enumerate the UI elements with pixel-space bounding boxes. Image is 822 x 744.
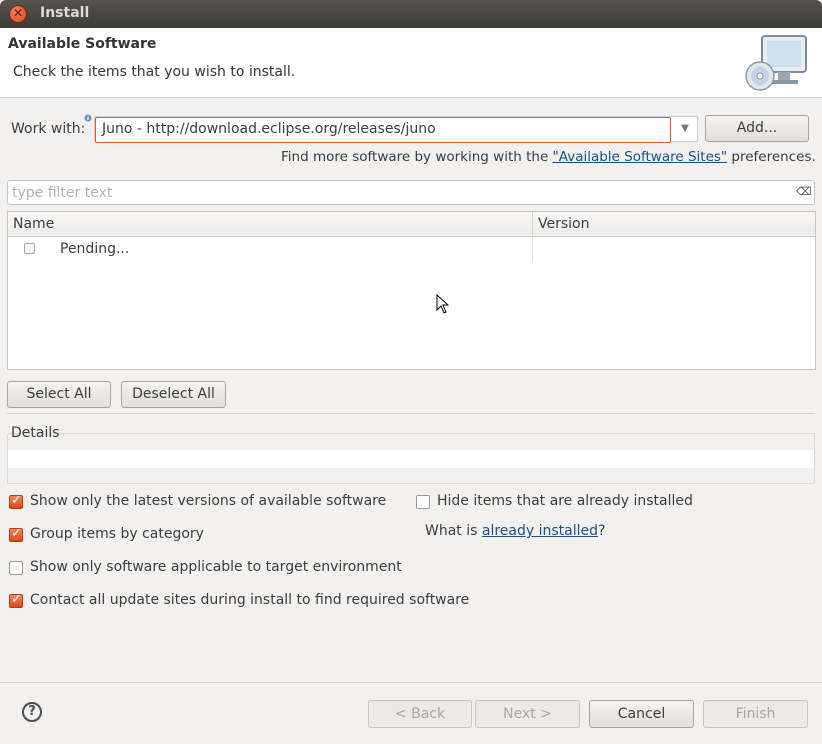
available-software-sites-link[interactable]: "Available Software Sites"	[553, 149, 728, 165]
footer-separator	[0, 682, 822, 683]
details-group	[7, 433, 815, 484]
column-header-version[interactable]: Version	[538, 216, 589, 232]
find-more-suffix: preferences.	[727, 149, 816, 165]
page-description: Check the items that you wish to install…	[13, 64, 296, 80]
clear-filter-icon[interactable]: ⌫	[796, 185, 812, 199]
target-environment-checkbox[interactable]	[9, 561, 23, 575]
help-icon[interactable]: ?	[22, 702, 42, 722]
deselect-all-button[interactable]: Deselect All	[121, 381, 226, 408]
filter-box: ⌫	[7, 180, 815, 205]
find-more-prefix: Find more software by working with the	[281, 149, 553, 165]
mouse-pointer-icon	[436, 294, 450, 314]
contact-sites-checkbox[interactable]	[9, 592, 23, 608]
already-installed-link[interactable]: already installed	[482, 523, 598, 539]
contact-sites-label[interactable]: Contact all update sites during install …	[30, 592, 469, 608]
find-more-text: Find more software by working with the "…	[281, 149, 816, 165]
row-checkbox[interactable]	[24, 243, 35, 254]
wizard-banner: Available Software Check the items that …	[0, 28, 822, 98]
hide-installed-label[interactable]: Hide items that are already installed	[437, 493, 693, 509]
add-site-button[interactable]: Add...	[705, 115, 809, 142]
back-button[interactable]: < Back	[368, 700, 472, 728]
work-with-input[interactable]: Juno - http://download.eclipse.org/relea…	[95, 117, 671, 143]
cancel-button[interactable]: Cancel	[589, 700, 694, 728]
row-name: Pending...	[60, 241, 130, 257]
close-window-icon[interactable]: ✕	[9, 5, 27, 23]
details-label: Details	[11, 425, 60, 441]
column-header-name[interactable]: Name	[13, 216, 54, 232]
work-with-label: Work with:	[11, 121, 86, 137]
group-by-category-checkbox[interactable]	[9, 526, 23, 542]
table-header: Name Version	[8, 212, 815, 237]
next-button[interactable]: Next >	[475, 700, 580, 728]
chevron-down-icon[interactable]: ▼	[677, 121, 693, 137]
group-by-category-label[interactable]: Group items by category	[30, 526, 204, 542]
info-icon	[84, 114, 92, 122]
latest-versions-checkbox[interactable]	[9, 493, 23, 509]
what-is-prefix: What is	[425, 523, 482, 539]
latest-versions-label[interactable]: Show only the latest versions of availab…	[30, 493, 386, 509]
column-divider[interactable]	[532, 212, 533, 237]
hide-installed-checkbox[interactable]	[416, 495, 430, 509]
target-environment-label[interactable]: Show only software applicable to target …	[30, 559, 402, 575]
software-table: Name Version Pending...	[7, 211, 816, 370]
install-monitor-icon	[745, 35, 807, 91]
details-text-area	[8, 450, 814, 468]
what-is-suffix: ?	[598, 523, 606, 539]
work-with-combo[interactable]: Juno - http://download.eclipse.org/relea…	[94, 116, 698, 143]
filter-input[interactable]	[10, 183, 780, 202]
finish-button[interactable]: Finish	[703, 700, 808, 728]
page-title: Available Software	[8, 36, 157, 52]
row-column-divider	[532, 237, 533, 261]
select-all-button[interactable]: Select All	[7, 381, 111, 408]
window-title: Install	[40, 5, 90, 21]
what-is-installed-text: What is already installed?	[425, 523, 605, 539]
separator	[7, 413, 815, 414]
window-titlebar: ✕ Install	[0, 0, 822, 28]
